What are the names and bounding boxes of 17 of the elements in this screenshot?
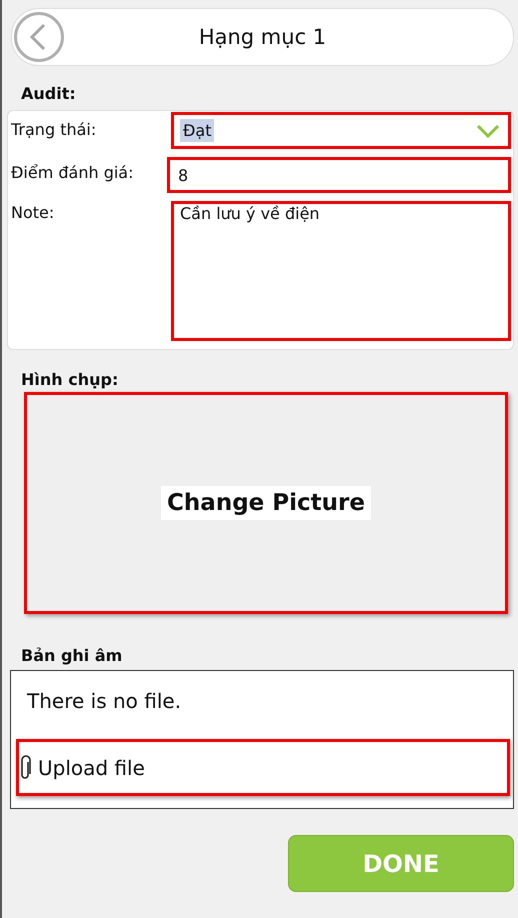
paperclip-icon	[20, 754, 32, 780]
field-label: Điểm đánh giá:	[11, 162, 134, 182]
photo-area[interactable]: Change Picture	[24, 392, 508, 614]
section-heading: Audit:	[20, 84, 77, 105]
empty-message: There is no file.	[26, 689, 182, 715]
upload-file-button[interactable]: Upload file	[16, 739, 510, 796]
note-field[interactable]: Cần lưu ý về điện	[171, 201, 511, 341]
section-heading: Hình chụp:	[20, 370, 120, 391]
score-field[interactable]: 8	[167, 157, 511, 193]
page-title: Hạng mục 1	[198, 25, 328, 49]
field-label: Note:	[11, 202, 56, 222]
chevron-down-icon	[476, 124, 500, 138]
section-heading: Bản ghi âm	[20, 646, 124, 667]
change-picture-button[interactable]: Change Picture	[161, 486, 371, 520]
status-dropdown[interactable]: Đạt	[171, 112, 511, 149]
back-button[interactable]	[14, 12, 64, 62]
field-label: Trạng thái:	[11, 119, 98, 139]
